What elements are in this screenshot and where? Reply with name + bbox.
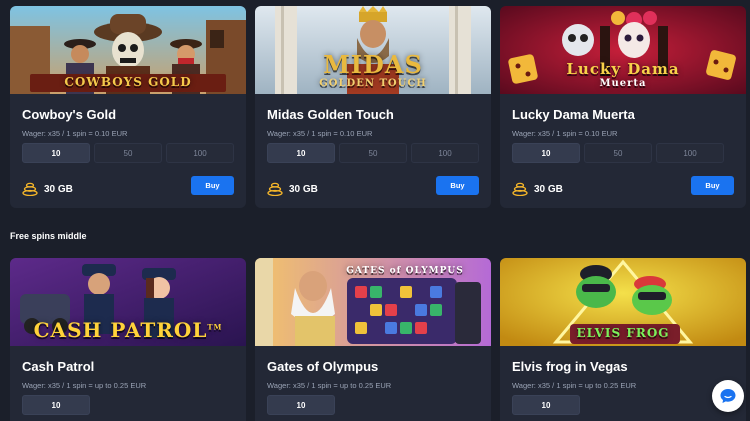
- spin-option-50[interactable]: 50: [584, 143, 652, 163]
- game-logo: CASH PATROLTM: [10, 318, 246, 342]
- game-card-gates-of-olympus: GATES of OLYMPUS Gates of Olympus Wager:…: [255, 258, 491, 421]
- spin-option-10[interactable]: 10: [512, 395, 580, 415]
- wager-text: Wager: x35 / 1 spin = up to 0.25 EUR: [22, 381, 147, 390]
- spin-option-100[interactable]: 100: [166, 143, 234, 163]
- game-thumbnail[interactable]: GATES of OLYMPUS: [255, 258, 491, 346]
- chat-widget-button[interactable]: [712, 380, 744, 412]
- wager-text: Wager: x35 / 1 spin = 0.10 EUR: [512, 129, 618, 138]
- price-label: 30 GB: [44, 183, 73, 195]
- price: 30 GB: [22, 182, 73, 196]
- gold-coins-icon: [267, 182, 283, 196]
- buy-button[interactable]: Buy: [691, 176, 734, 195]
- game-thumbnail[interactable]: ELVIS FROG: [500, 258, 746, 346]
- shop-row-top: COWBOYS GOLD Cowboy's Gold Wager: x35 / …: [10, 6, 746, 208]
- spin-count-options: 10 50 100: [512, 143, 724, 163]
- game-logo-subtitle: Muerta: [599, 78, 647, 89]
- spin-option-100[interactable]: 100: [411, 143, 479, 163]
- spin-count-options: 10 50 100: [267, 143, 479, 163]
- buy-button[interactable]: Buy: [191, 176, 234, 195]
- spin-count-options: 10 50 100: [22, 143, 234, 163]
- spin-option-10[interactable]: 10: [22, 395, 90, 415]
- game-title: Elvis frog in Vegas: [512, 359, 628, 374]
- game-logo: GATES of OLYMPUS: [346, 266, 464, 276]
- price-label: 30 GB: [534, 183, 563, 195]
- game-title: Lucky Dama Muerta: [512, 107, 635, 122]
- price-label: 30 GB: [289, 183, 318, 195]
- game-logo: Lucky Dama: [566, 60, 680, 78]
- price: 30 GB: [267, 182, 318, 196]
- spin-option-10[interactable]: 10: [512, 143, 580, 163]
- game-thumbnail[interactable]: COWBOYS GOLD: [10, 6, 246, 94]
- wager-text: Wager: x35 / 1 spin = 0.10 EUR: [267, 129, 373, 138]
- spin-count-options: 10: [267, 395, 335, 415]
- spin-option-10[interactable]: 10: [267, 395, 335, 415]
- gold-coins-icon: [512, 182, 528, 196]
- trademark-sign: TM: [207, 322, 223, 332]
- section-title: Free spins middle: [10, 231, 87, 241]
- shop-row-free-spins-middle: CASH PATROLTM Cash Patrol Wager: x35 / 1…: [10, 258, 746, 421]
- game-logo: MIDAS: [323, 50, 423, 79]
- spin-option-10[interactable]: 10: [22, 143, 90, 163]
- game-card-cash-patrol: CASH PATROLTM Cash Patrol Wager: x35 / 1…: [10, 258, 246, 421]
- spin-option-10[interactable]: 10: [267, 143, 335, 163]
- game-card-cowboys-gold: COWBOYS GOLD Cowboy's Gold Wager: x35 / …: [10, 6, 246, 208]
- game-title: Midas Golden Touch: [267, 107, 394, 122]
- chat-bubble-icon: [720, 389, 736, 403]
- game-logo: ELVIS FROG: [576, 326, 670, 340]
- game-title: Cash Patrol: [22, 359, 95, 374]
- game-card-elvis-frog-in-vegas: ELVIS FROG Elvis frog in Vegas Wager: x3…: [500, 258, 746, 421]
- spin-count-options: 10: [22, 395, 90, 415]
- price: 30 GB: [512, 182, 563, 196]
- spin-count-options: 10: [512, 395, 580, 415]
- wager-text: Wager: x35 / 1 spin = up to 0.25 EUR: [267, 381, 392, 390]
- game-title: Cowboy's Gold: [22, 107, 117, 122]
- game-card-lucky-dama-muerta: Lucky Dama Muerta Lucky Dama Muerta Wage…: [500, 6, 746, 208]
- game-title: Gates of Olympus: [267, 359, 379, 374]
- game-card-midas-golden-touch: MIDAS GOLDEN TOUCH Midas Golden Touch Wa…: [255, 6, 491, 208]
- wager-text: Wager: x35 / 1 spin = up to 0.25 EUR: [512, 381, 637, 390]
- spin-option-50[interactable]: 50: [339, 143, 407, 163]
- game-thumbnail[interactable]: CASH PATROLTM: [10, 258, 246, 346]
- spin-option-100[interactable]: 100: [656, 143, 724, 163]
- game-logo-text: CASH PATROL: [33, 318, 208, 342]
- game-thumbnail[interactable]: Lucky Dama Muerta: [500, 6, 746, 94]
- game-logo: COWBOYS GOLD: [64, 75, 192, 89]
- game-thumbnail[interactable]: MIDAS GOLDEN TOUCH: [255, 6, 491, 94]
- buy-button[interactable]: Buy: [436, 176, 479, 195]
- spin-option-50[interactable]: 50: [94, 143, 162, 163]
- gold-coins-icon: [22, 182, 38, 196]
- game-logo-subtitle: GOLDEN TOUCH: [319, 78, 427, 89]
- wager-text: Wager: x35 / 1 spin = 0.10 EUR: [22, 129, 128, 138]
